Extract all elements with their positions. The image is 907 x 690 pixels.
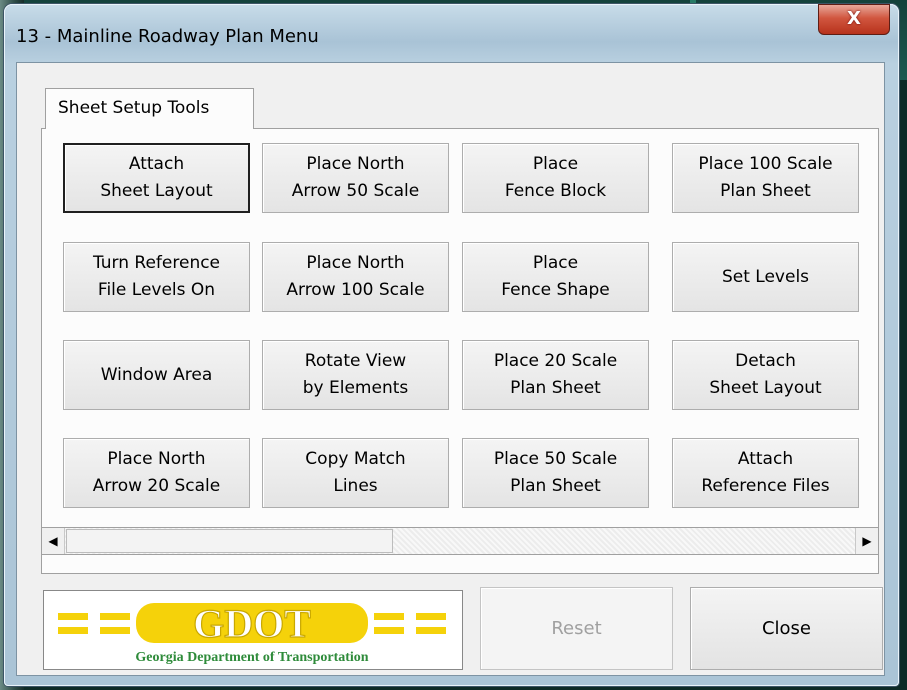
close-icon: X [847, 8, 861, 29]
turn-reference-file-levels-on-button[interactable]: Turn Reference File Levels On [63, 242, 250, 312]
copy-match-lines-button[interactable]: Copy Match Lines [262, 438, 449, 508]
tab-label: Sheet Setup Tools [58, 98, 210, 118]
set-levels-button[interactable]: Set Levels [672, 242, 859, 312]
gdot-logo: GDOT Georgia Department of Transportatio… [43, 590, 463, 670]
scrollbar-thumb[interactable] [66, 529, 393, 553]
place-fence-block-button[interactable]: Place Fence Block [462, 143, 649, 213]
detach-sheet-layout-button[interactable]: Detach Sheet Layout [672, 340, 859, 410]
gdot-subtitle: Georgia Department of Transportation [135, 650, 368, 665]
close-window-button[interactable]: X [818, 4, 890, 35]
dialog-client-area: Sheet Setup Tools Attach Sheet Layout Pl… [16, 62, 885, 676]
attach-sheet-layout-button[interactable]: Attach Sheet Layout [63, 143, 250, 213]
horizontal-scrollbar[interactable]: ◀ ▶ [41, 527, 879, 555]
place-100-scale-plan-sheet-button[interactable]: Place 100 Scale Plan Sheet [672, 143, 859, 213]
tab-panel: Attach Sheet Layout Place North Arrow 50… [41, 128, 879, 574]
place-north-arrow-20-scale-button[interactable]: Place North Arrow 20 Scale [63, 438, 250, 508]
place-50-scale-plan-sheet-button[interactable]: Place 50 Scale Plan Sheet [462, 438, 649, 508]
place-20-scale-plan-sheet-button[interactable]: Place 20 Scale Plan Sheet [462, 340, 649, 410]
window-title: 13 - Mainline Roadway Plan Menu [16, 26, 319, 47]
gdot-logo-graphic: GDOT Georgia Department of Transportatio… [58, 600, 446, 665]
window-area-button[interactable]: Window Area [63, 340, 250, 410]
attach-reference-files-button[interactable]: Attach Reference Files [672, 438, 859, 508]
gdot-wordmark: GDOT [193, 601, 311, 646]
place-north-arrow-100-scale-button[interactable]: Place North Arrow 100 Scale [262, 242, 449, 312]
place-fence-shape-button[interactable]: Place Fence Shape [462, 242, 649, 312]
rotate-view-by-elements-button[interactable]: Rotate View by Elements [262, 340, 449, 410]
close-button[interactable]: Close [690, 587, 883, 670]
dialog-window: 13 - Mainline Roadway Plan Menu X Sheet … [4, 4, 899, 686]
reset-button[interactable]: Reset [480, 587, 673, 670]
place-north-arrow-50-scale-button[interactable]: Place North Arrow 50 Scale [262, 143, 449, 213]
tab-sheet-setup-tools[interactable]: Sheet Setup Tools [45, 88, 254, 129]
scroll-right-arrow-icon[interactable]: ▶ [855, 528, 878, 554]
scroll-left-arrow-icon[interactable]: ◀ [42, 528, 65, 554]
